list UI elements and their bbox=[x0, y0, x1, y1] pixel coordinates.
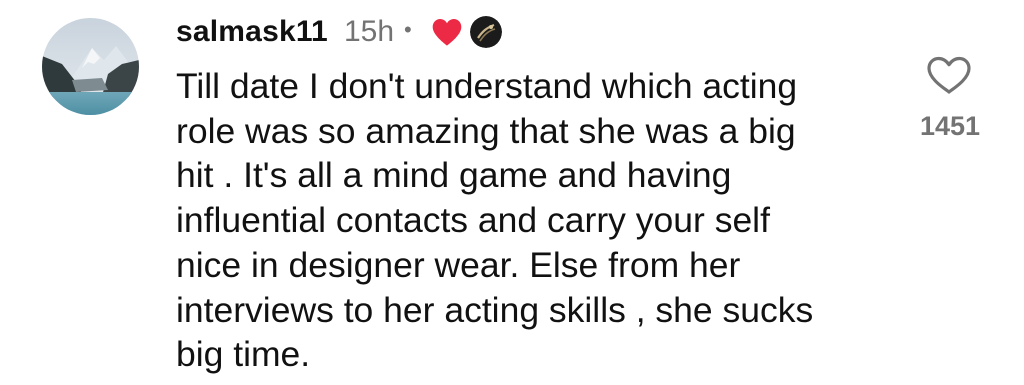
timestamp: 15h bbox=[343, 15, 395, 48]
comment: salmask11 15h • Till date I don't unders… bbox=[0, 0, 1024, 385]
like-count: 1451 bbox=[919, 111, 981, 141]
liked-by-creator-badge bbox=[430, 16, 502, 48]
comment-text: Till date I don't understand which actin… bbox=[176, 66, 814, 375]
username[interactable]: salmask11 bbox=[176, 15, 328, 49]
heart-filled-icon bbox=[432, 19, 462, 46]
like-button[interactable] bbox=[925, 55, 973, 95]
avatar-lake-mountain-image bbox=[42, 18, 139, 115]
separator-dot: • bbox=[404, 17, 412, 42]
creator-avatar bbox=[469, 16, 502, 48]
heart-outline-icon bbox=[927, 56, 971, 94]
comment-header: salmask11 15h • bbox=[176, 12, 502, 52]
avatar[interactable] bbox=[42, 18, 139, 115]
